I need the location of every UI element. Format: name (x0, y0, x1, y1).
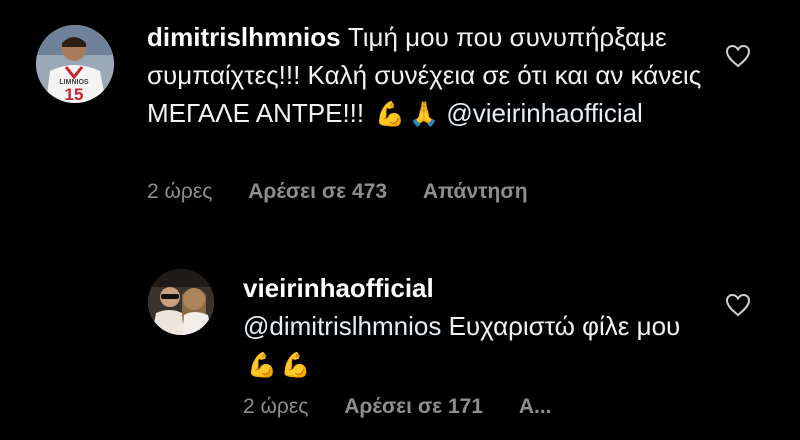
comment-item: vieirinhaofficial @dimitrislhmnios Ευχαρ… (0, 255, 800, 440)
likes-count[interactable]: Αρέσει σε 171 (344, 395, 483, 418)
avatar[interactable]: LIMNIOS 15 (36, 25, 114, 103)
folded-hands-emoji: 🙏 (409, 100, 440, 128)
flexed-biceps-emoji: 💪 (247, 351, 277, 379)
avatar-photo (148, 269, 214, 335)
comment-username[interactable]: dimitrislhmnios (147, 22, 341, 52)
comment-text: Ευχαριστώ φίλε μου (448, 311, 681, 341)
comment-time: 2 ώρες (243, 395, 309, 418)
mention-link[interactable]: @vieirinhaofficial (446, 98, 642, 128)
comment-item: LIMNIOS 15 dimitrislhmnios Τιμή μου που … (0, 0, 800, 230)
heart-outline-icon[interactable] (725, 293, 751, 317)
comment-body: dimitrislhmnios Τιμή μου που συνυπήρξαμε… (147, 18, 707, 133)
comment-body: vieirinhaofficial @dimitrislhmnios Ευχαρ… (243, 269, 713, 384)
reply-button[interactable]: Α... (519, 395, 552, 418)
avatar[interactable] (148, 269, 214, 335)
comment-meta: 2 ώρες Αρέσει σε 473 Απάντηση (147, 180, 558, 204)
jersey-number: 15 (65, 85, 84, 103)
likes-count[interactable]: Αρέσει σε 473 (248, 180, 387, 203)
flexed-biceps-emoji: 💪 (375, 100, 406, 128)
avatar-photo: LIMNIOS 15 (36, 25, 114, 103)
flexed-biceps-emoji: 💪 (280, 351, 311, 379)
comment-time: 2 ώρες (147, 180, 213, 203)
comment-username[interactable]: vieirinhaofficial (243, 273, 434, 303)
heart-outline-icon[interactable] (725, 44, 751, 68)
mention-link[interactable]: @dimitrislhmnios (243, 311, 441, 341)
comment-meta: 2 ώρες Αρέσει σε 171 Α... (243, 395, 582, 419)
reply-button[interactable]: Απάντηση (423, 180, 528, 203)
